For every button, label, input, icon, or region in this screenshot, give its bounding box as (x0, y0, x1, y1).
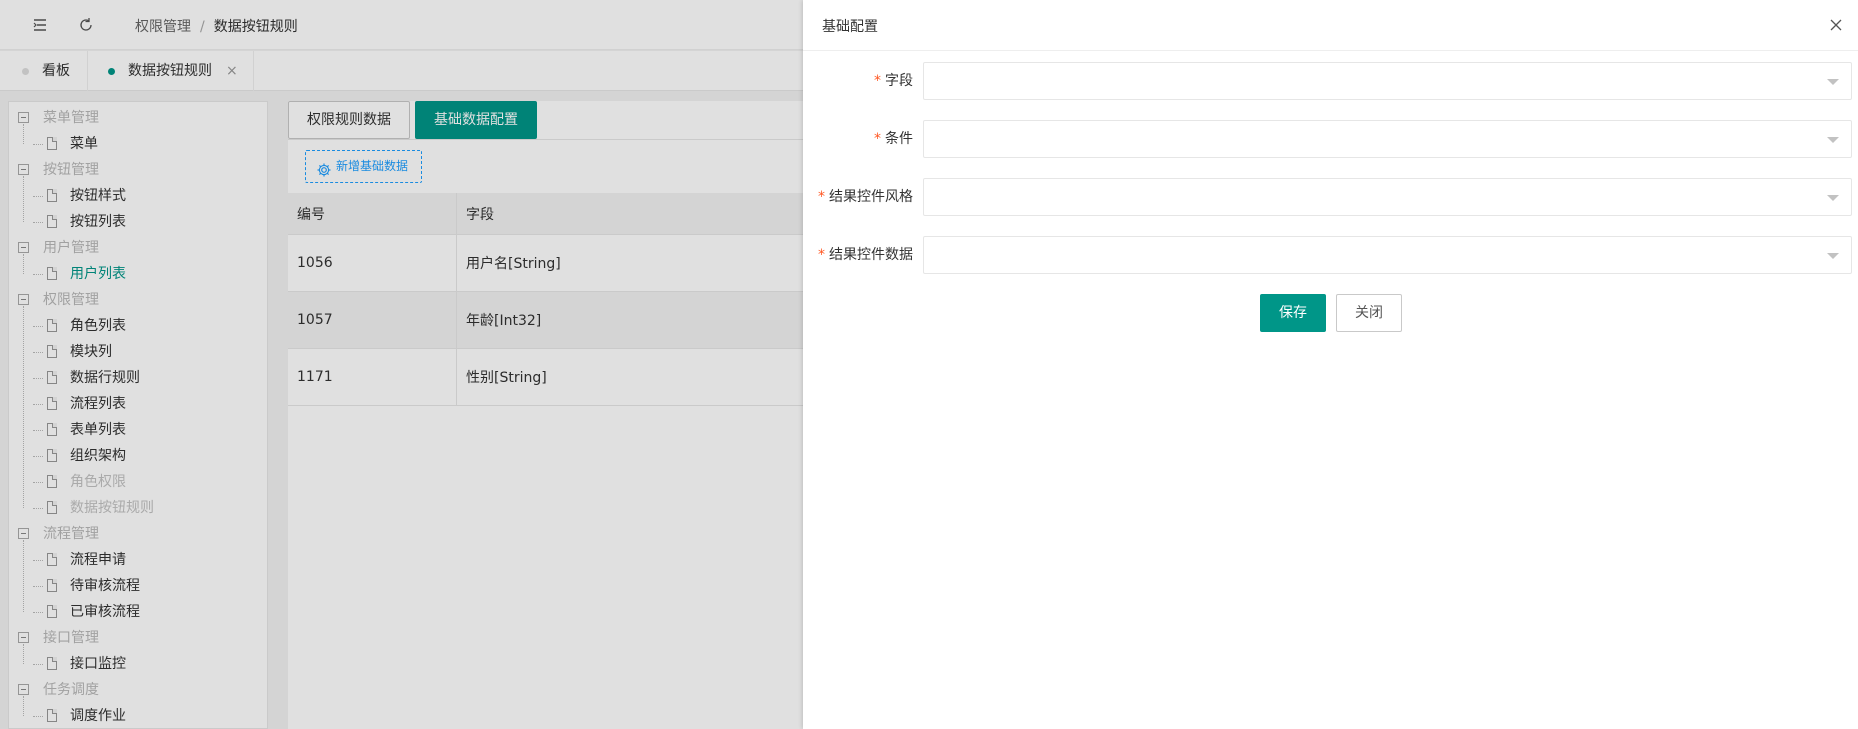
field-label-text: 结果控件风格 (829, 189, 913, 205)
chevron-down-icon (1827, 253, 1839, 259)
field-select[interactable] (923, 62, 1852, 100)
field-label-text: 结果控件数据 (829, 247, 913, 263)
close-button[interactable]: 关闭 (1336, 294, 1402, 332)
field-label: * 条件 (874, 120, 913, 158)
drawer-header: 基础配置 (803, 0, 1858, 51)
result-style-select[interactable] (923, 178, 1852, 216)
form-row-result-style: * 结果控件风格 (803, 178, 1858, 216)
chevron-down-icon (1827, 79, 1839, 85)
required-mark: * (874, 73, 881, 89)
chevron-down-icon (1827, 137, 1839, 143)
field-label: * 结果控件数据 (818, 236, 913, 274)
drawer-title: 基础配置 (822, 19, 878, 35)
required-mark: * (818, 247, 825, 263)
field-label-text: 条件 (885, 131, 913, 147)
basic-config-drawer: 基础配置 * 字段 * 条件 * 结果控件风格 * 结果控件数据 保存 关闭 (803, 0, 1858, 729)
form-row-condition: * 条件 (803, 120, 1858, 158)
field-label: * 字段 (874, 62, 913, 100)
required-mark: * (818, 189, 825, 205)
field-label-text: 字段 (885, 73, 913, 89)
chevron-down-icon (1827, 195, 1839, 201)
form-row-field: * 字段 (803, 62, 1858, 100)
save-button[interactable]: 保存 (1260, 294, 1326, 332)
field-label: * 结果控件风格 (818, 178, 913, 216)
close-icon[interactable] (1828, 17, 1844, 33)
result-data-select[interactable] (923, 236, 1852, 274)
form-row-result-data: * 结果控件数据 (803, 236, 1858, 274)
condition-select[interactable] (923, 120, 1852, 158)
required-mark: * (874, 131, 881, 147)
